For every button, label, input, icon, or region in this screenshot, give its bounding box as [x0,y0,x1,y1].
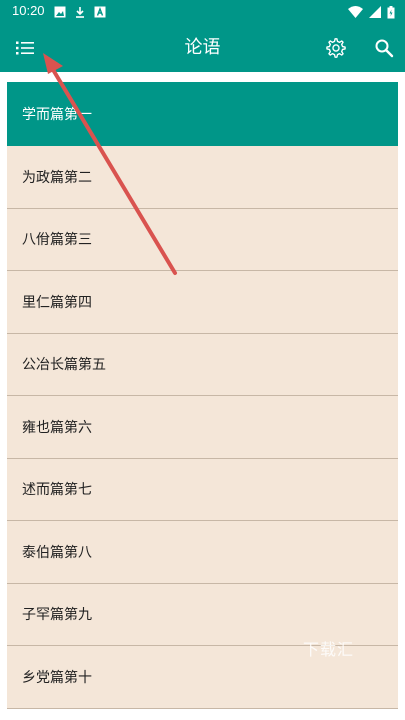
chapter-item[interactable]: 公冶长篇第五 [7,333,398,396]
status-notification-icons [54,5,106,19]
chapter-item[interactable]: 里仁篇第四 [7,271,398,334]
chapter-label: 子罕篇第九 [22,607,92,624]
search-button[interactable] [364,24,404,72]
chapter-item-selected[interactable]: 学而篇第一 [7,82,398,146]
chapter-label: 述而篇第七 [22,482,92,499]
chapter-item[interactable]: 为政篇第二 [7,146,398,209]
chapter-label: 雍也篇第六 [22,419,92,436]
chapter-label: 学而篇第一 [22,106,92,123]
chapter-item[interactable]: 雍也篇第六 [7,396,398,459]
app-toolbar: 论语 [0,24,405,72]
download-icon [76,7,84,18]
status-time: 10:20 [12,3,45,18]
status-bar: 10:20 [0,0,405,24]
chapter-item[interactable]: 八佾篇第三 [7,208,398,271]
search-icon [375,39,394,58]
image-icon [54,6,66,18]
app-icon [94,6,106,18]
chapter-label: 八佾篇第三 [22,232,92,249]
chapter-list: 学而篇第一 为政篇第二 八佾篇第三 里仁篇第四 公冶长篇第五 雍也篇第六 述而篇… [7,82,398,709]
chapter-label: 公冶长篇第五 [22,357,106,374]
settings-icon [326,38,346,58]
status-system-icons [348,5,395,19]
wifi-icon [348,6,363,18]
chapter-label: 为政篇第二 [22,169,92,186]
toolbar-spacer [0,72,405,82]
signal-icon [369,6,381,18]
chapter-label: 泰伯篇第八 [22,544,92,561]
chapter-item[interactable]: 述而篇第七 [7,458,398,521]
watermark: 下载汇 [303,640,355,659]
chapter-label: 乡党篇第十 [22,669,92,686]
chapter-item[interactable]: 泰伯篇第八 [7,521,398,584]
settings-button[interactable] [316,24,356,72]
chapter-label: 里仁篇第四 [22,294,92,311]
battery-icon [387,5,395,18]
